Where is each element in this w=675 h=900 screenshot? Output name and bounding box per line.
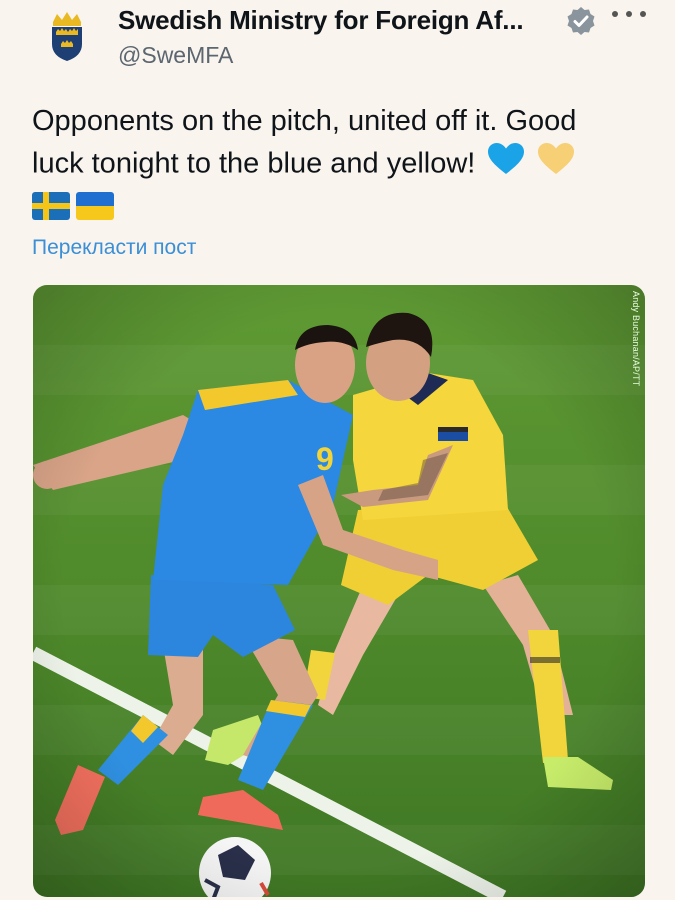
tweet-text-line-2-text: luck tonight to the blue and yellow! xyxy=(32,147,476,180)
tweet-text: Opponents on the pitch, united off it. G… xyxy=(32,100,652,188)
account-name[interactable]: Swedish Ministry for Foreign Af... xyxy=(118,5,524,36)
translate-post-link[interactable]: Перекласти пост xyxy=(32,236,196,260)
yellow-heart-icon xyxy=(537,142,575,188)
flags-row xyxy=(32,192,114,220)
tweet-text-line-1: Opponents on the pitch, united off it. G… xyxy=(32,105,577,137)
photo-credit: Andy Buchanan/AP/TT xyxy=(631,291,641,387)
sweden-flag-icon xyxy=(32,192,70,220)
blue-heart-icon xyxy=(487,142,525,188)
account-handle[interactable]: @SweMFA xyxy=(118,42,233,69)
swedish-coat-of-arms-icon[interactable] xyxy=(44,10,90,62)
tweet-header: Swedish Ministry for Foreign Af... @SweM… xyxy=(0,0,675,90)
tweet-media-photo[interactable]: 9 Andy Buchanan/AP/TT xyxy=(33,285,645,897)
more-options-icon[interactable] xyxy=(612,6,646,22)
ukraine-flag-icon xyxy=(76,192,114,220)
tweet-text-line-2: luck tonight to the blue and yellow! xyxy=(32,142,652,188)
football-match-photo: 9 xyxy=(33,285,645,897)
verified-badge-icon xyxy=(566,6,596,36)
